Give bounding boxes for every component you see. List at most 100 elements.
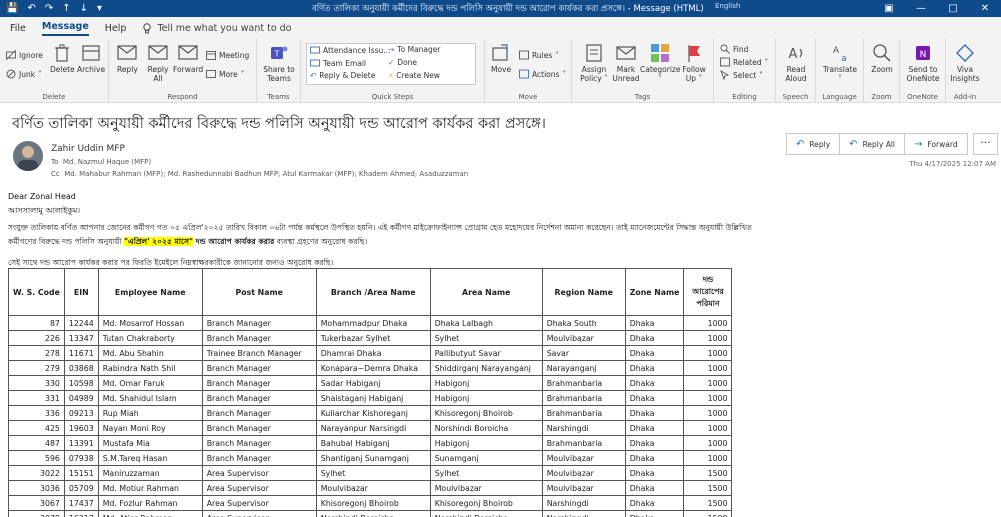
table-cell: Dhaka <box>624 495 685 511</box>
reply-action-button[interactable]: ↶ Reply <box>787 134 841 154</box>
table-header: দন্ড আরোপের পরিমান <box>683 268 733 316</box>
table-cell: Branch Manager <box>201 450 317 466</box>
search-icon <box>720 44 730 54</box>
table-cell: Habigonj <box>429 390 543 406</box>
cc-label: Cc <box>51 170 60 178</box>
table-cell: 17437 <box>63 495 99 511</box>
select-button[interactable]: Select ˅ <box>720 70 763 80</box>
table-cell: Norshindi Boroicha <box>315 510 431 517</box>
to-recipients[interactable]: Md. Nazmul Haque (MFP) <box>63 158 151 166</box>
table-cell: 278 <box>8 345 65 361</box>
undo-icon[interactable]: ↶ <box>27 3 35 14</box>
archive-button[interactable]: Archive <box>77 43 105 74</box>
reply-all-action-button[interactable]: ↶ Reply All <box>840 134 906 154</box>
table-header: Region Name <box>541 268 626 316</box>
viva-insights-button[interactable]: Viva Insights <box>948 43 982 83</box>
table-cell: Dhaka <box>624 435 685 451</box>
more-icon <box>206 70 216 78</box>
tell-me-search[interactable]: Tell me what you want to do <box>142 23 292 34</box>
meeting-button[interactable]: Meeting <box>206 50 249 60</box>
rules-button[interactable]: Rules ˅ <box>519 50 559 60</box>
actions-button[interactable]: Actions ˅ <box>519 69 566 79</box>
save-icon[interactable]: 💾 <box>6 3 18 14</box>
follow-up-button[interactable]: Follow Up ˅ <box>680 43 708 83</box>
forward-button[interactable]: Forward <box>173 43 203 74</box>
reply-all-button[interactable]: Reply All <box>145 43 171 83</box>
table-row: 307816317Md. Atiar RahmanArea Supervisor… <box>8 510 733 517</box>
categorize-button[interactable]: Categorize ˅ <box>640 43 680 83</box>
up-arrow-icon[interactable]: ↑ <box>62 3 70 14</box>
table-cell: Moulvibazar <box>429 480 543 496</box>
table-row: 3036 05709 Md. Motiur Rahman Area Superviso… <box>8 480 733 496</box>
down-arrow-icon[interactable]: ↓ <box>80 3 88 14</box>
quickstep-reply-delete[interactable]: ↶ Reply & Delete <box>310 71 375 80</box>
share-to-teams-button[interactable]: T Share to Teams <box>261 43 297 83</box>
table-row: 487 13391 Mustafa Mia Branch Manager Bahubal… <box>8 435 733 451</box>
junk-button[interactable]: Junk ˅ <box>6 69 42 79</box>
customize-icon[interactable]: ▾ <box>97 3 102 14</box>
assign-policy-button[interactable]: Assign Policy ˅ <box>578 43 610 83</box>
related-button[interactable]: Related ˅ <box>720 57 768 67</box>
tab-message[interactable]: Message <box>41 21 89 36</box>
reply-button[interactable]: Reply <box>117 43 138 74</box>
forward-action-button[interactable]: → Forward <box>905 134 967 154</box>
svg-text:a: a <box>841 54 847 63</box>
move-button[interactable]: Move <box>491 43 511 74</box>
find-button[interactable]: Find <box>720 44 748 54</box>
table-cell: Branch Manager <box>201 435 317 451</box>
more-actions-button[interactable]: ··· <box>973 133 998 155</box>
table-cell: Sylhet <box>429 330 543 346</box>
more-respond-button[interactable]: More ˅ <box>206 69 244 79</box>
person-icon <box>18 146 38 171</box>
send-to-onenote-button[interactable]: N Send to OneNote <box>903 43 943 83</box>
table-row: 226 13347 Tutan Chakraborty Branch Manager T… <box>8 330 733 346</box>
table-cell: Habigonj <box>429 435 543 451</box>
quickstep-attendance[interactable]: Attendance Issu... <box>310 45 390 55</box>
table-cell: 425 <box>8 420 65 436</box>
table-cell: Moulvibazar <box>315 480 431 496</box>
table-header: W. S. Code <box>8 268 65 316</box>
table-cell: Trainee Branch Manager <box>201 345 317 361</box>
table-cell: Area Supervisor <box>201 465 317 481</box>
tab-file[interactable]: File <box>10 23 26 34</box>
table-cell: 87 <box>8 315 65 331</box>
group-quick-steps: Attendance Issu... Team Email ↶ Reply & … <box>301 39 485 103</box>
minimize-button[interactable]: — <box>905 0 937 17</box>
title-bar: 💾 ↶ ↷ ↑ ↓ ▾ বর্ণিত তালিকা অনুযায়ী কর্মী… <box>0 0 1001 17</box>
categorize-icon <box>651 44 669 62</box>
table-cell: 19603 <box>63 420 99 436</box>
body-line-2: কর্মীগণের বিরুদ্ধে দন্ড পলিসি অনুযায়ী "… <box>8 237 368 246</box>
ignore-button[interactable]: Ignore <box>6 50 43 60</box>
cc-recipients[interactable]: Md. Mahabur Rahman (MFP); Md. Rashedunna… <box>64 170 468 178</box>
read-aloud-button[interactable]: A Read Aloud <box>780 43 812 83</box>
quickstep-create-new[interactable]: ⚡ Create New <box>388 71 440 80</box>
table-cell: Pallibutyut Savar <box>429 345 543 361</box>
quickstep-to-manager[interactable]: → To Manager <box>388 45 440 54</box>
language-indicator: English <box>715 2 741 10</box>
table-cell: Branch Manager <box>201 330 317 346</box>
table-cell: Brahmanbaria <box>541 435 626 451</box>
quickstep-done[interactable]: ✓ Done <box>388 58 417 67</box>
quickstep-team-email[interactable]: Team Email <box>310 58 366 68</box>
tab-help[interactable]: Help <box>105 23 127 34</box>
table-cell: S.M.Tareq Hasan <box>97 450 203 466</box>
table-cell: Rup Miah <box>97 405 203 421</box>
table-body: 87 12244 Md. Mosarrof Hossan Branch Manager… <box>8 315 733 517</box>
table-cell: Narshingdi <box>541 420 626 436</box>
redo-icon[interactable]: ↷ <box>45 3 53 14</box>
delete-button[interactable]: Delete <box>50 43 75 74</box>
table-cell: Shiddirganj Narayanganj <box>429 360 543 376</box>
maximize-button[interactable]: □ <box>937 0 969 17</box>
ribbon-display-icon[interactable]: ▣ <box>873 0 905 17</box>
employee-table: W. S. Code EIN Employee Name Post Name B… <box>8 268 733 517</box>
translate-button[interactable]: Aa Translate ˅ <box>821 43 859 83</box>
table-cell: 3078 <box>8 510 65 517</box>
table-cell: Md. Fozlur Rahman <box>97 495 203 511</box>
zoom-button[interactable]: Zoom <box>868 43 896 74</box>
table-cell: 13391 <box>63 435 99 451</box>
table-cell: 1000 <box>683 315 733 331</box>
sender-name[interactable]: Zahir Uddin MFP <box>51 144 125 154</box>
mark-unread-button[interactable]: Mark Unread <box>612 43 640 83</box>
close-button[interactable]: ✕ <box>969 0 1001 17</box>
envelope-icon <box>310 59 320 67</box>
